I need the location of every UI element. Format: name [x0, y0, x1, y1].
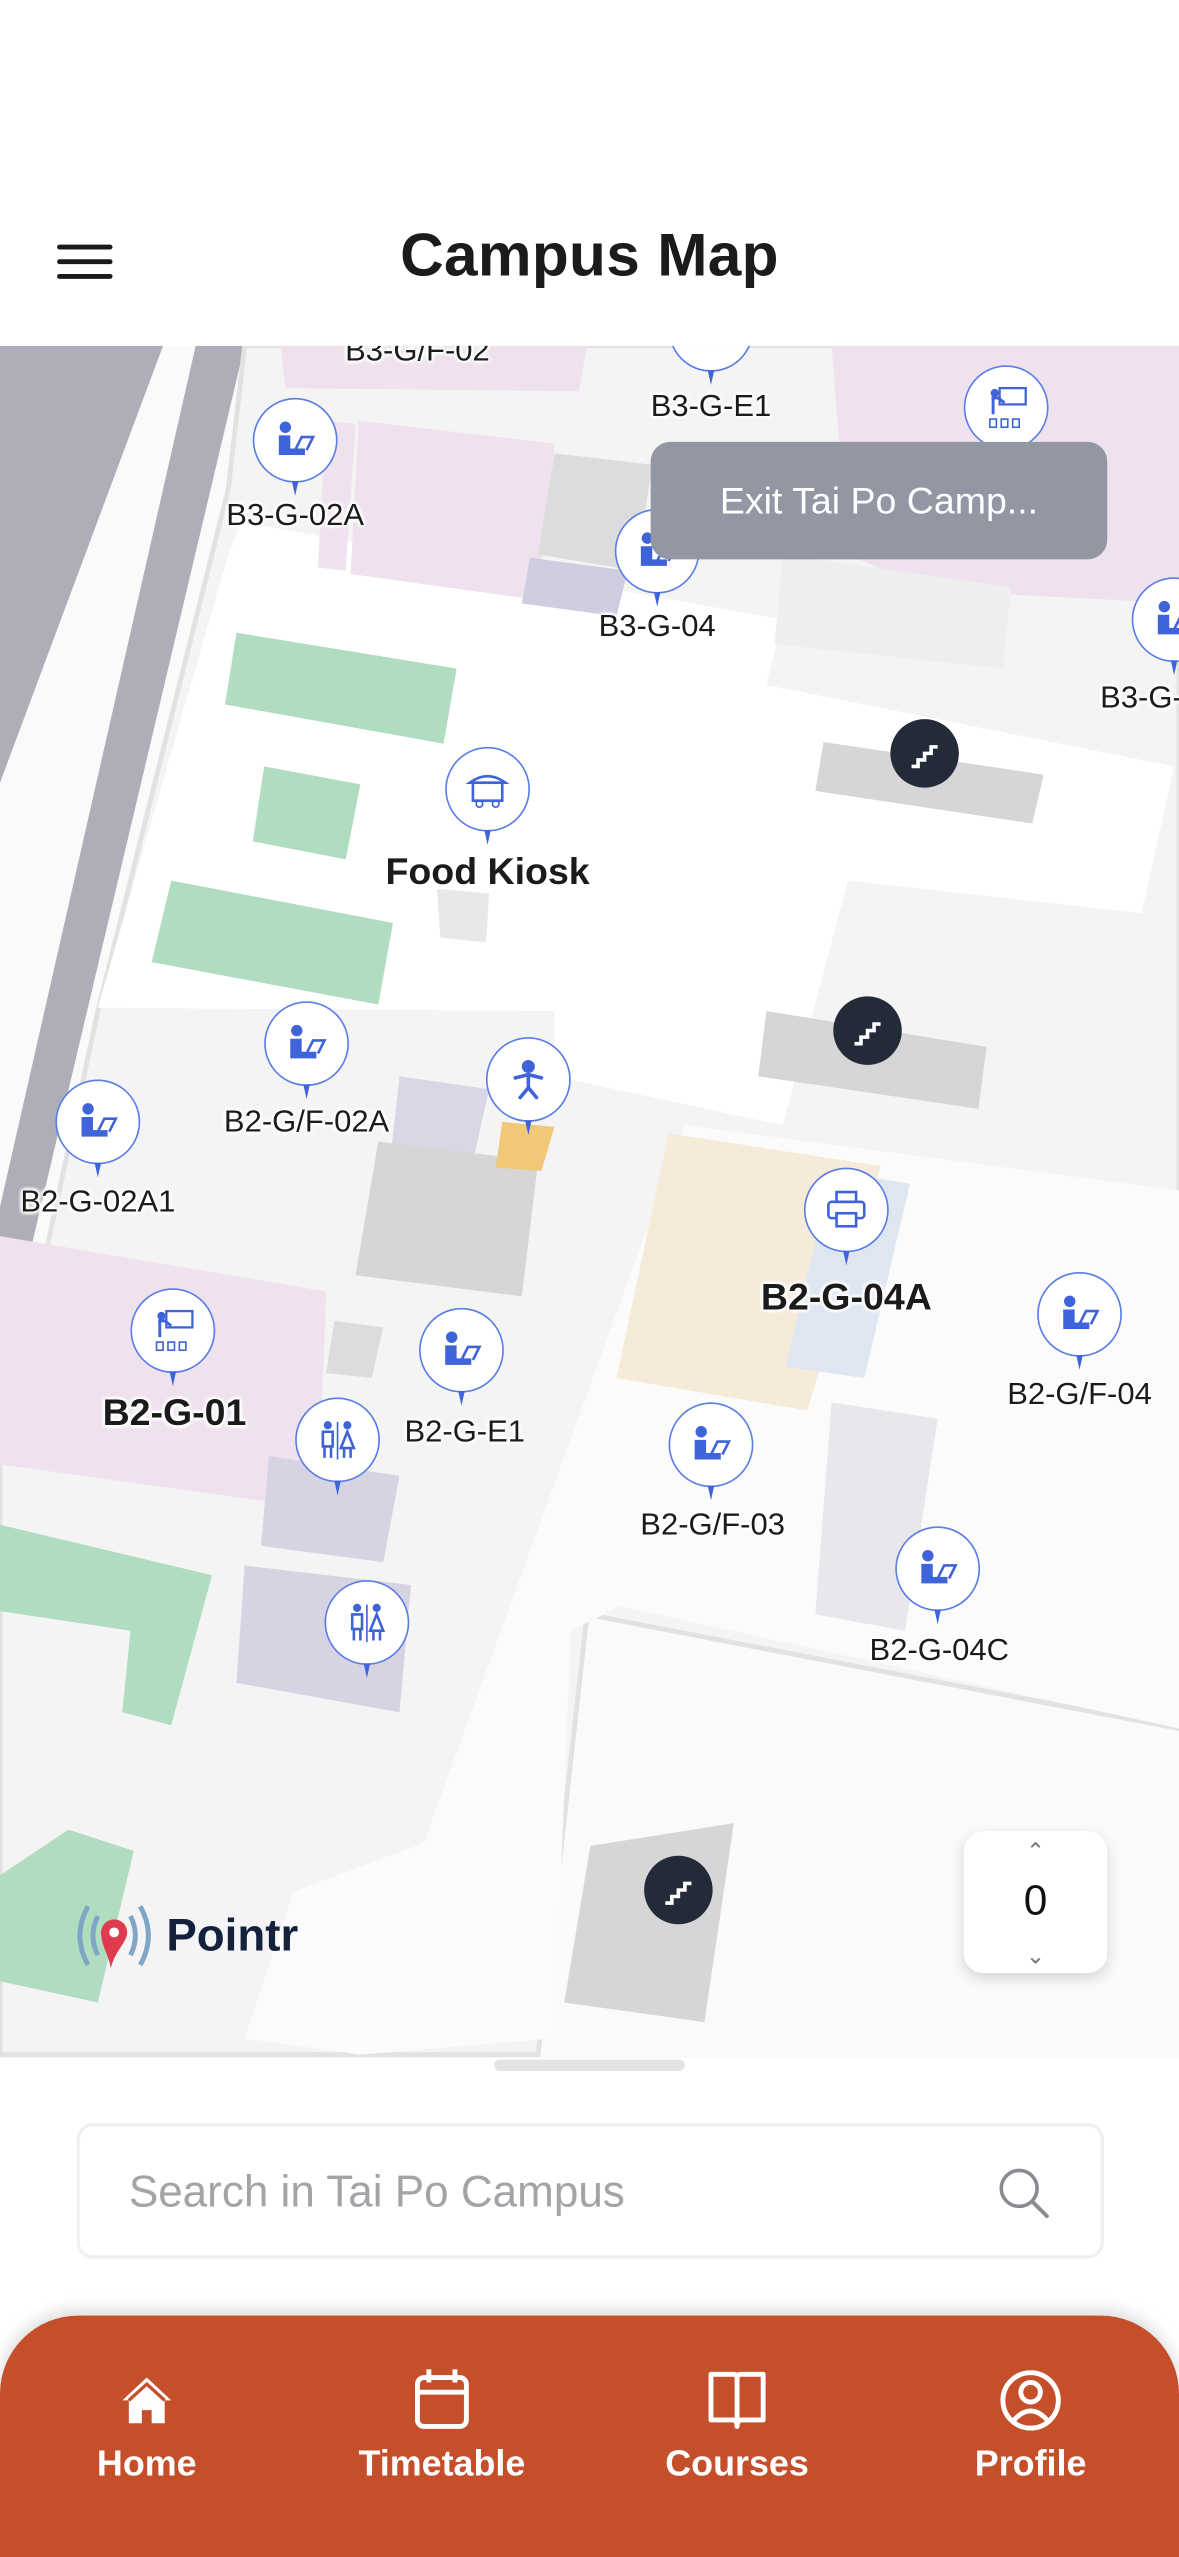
workstation-icon[interactable] — [264, 1001, 349, 1100]
poi-label[interactable]: B3-G-E1 — [651, 390, 772, 426]
calendar-icon — [415, 2369, 469, 2429]
classroom-icon[interactable] — [130, 1288, 216, 1387]
workstation-icon[interactable] — [668, 1402, 754, 1501]
toilet-icon[interactable] — [324, 1580, 410, 1678]
toilet-icon[interactable] — [295, 1397, 380, 1496]
app-header: Campus Map — [0, 0, 1179, 346]
campus-map[interactable]: B3-G/F-02 B3-G-E1 B3-G-02A B3-G-04 B3-G-… — [0, 345, 1179, 2058]
food-kiosk-icon[interactable] — [445, 746, 530, 845]
nav-label: Home — [96, 2442, 197, 2484]
poi-label[interactable]: B2-G-01 — [103, 1391, 247, 1435]
chevron-up-icon[interactable]: ⌃ — [964, 1838, 1108, 1866]
search-icon[interactable] — [996, 2166, 1051, 2221]
nav-courses[interactable]: Courses — [623, 2365, 851, 2486]
nav-profile[interactable]: Profile — [916, 2365, 1144, 2486]
workstation-icon[interactable] — [252, 397, 338, 496]
poi-label[interactable]: B2-G/F-02A — [224, 1106, 389, 1142]
nav-home[interactable]: Home — [33, 2365, 261, 2486]
workstation-icon[interactable] — [1037, 1271, 1122, 1370]
floor-selector[interactable]: ⌃ 0 ⌄ — [963, 1831, 1108, 1974]
search-placeholder: Search in Tai Po Campus — [128, 2167, 625, 2217]
chevron-down-icon[interactable]: ⌄ — [964, 1942, 1108, 1970]
stairs-icon[interactable] — [890, 719, 959, 788]
poi-label[interactable]: B3-G-02A — [226, 499, 364, 535]
stairs-icon[interactable] — [644, 1855, 713, 1925]
poi-label[interactable]: B2-G-02A1 — [20, 1186, 175, 1222]
poi-label[interactable]: B2-G-04C — [870, 1634, 1009, 1670]
poi-label[interactable]: B2-G-E1 — [404, 1415, 525, 1451]
user-circle-icon — [1000, 2370, 1061, 2431]
floor-plan — [0, 345, 1179, 2058]
floor-level-value: 0 — [1023, 1875, 1048, 1925]
workstation-icon[interactable] — [895, 1526, 981, 1625]
drag-handle[interactable] — [494, 2059, 685, 2071]
search-input[interactable]: Search in Tai Po Campus — [76, 2123, 1104, 2259]
poi-label[interactable]: B2-G-04A — [761, 1275, 932, 1319]
book-icon — [708, 2371, 766, 2429]
poi-label[interactable]: B3-G-04 — [599, 610, 716, 646]
page-title: Campus Map — [400, 221, 779, 289]
home-icon — [122, 2377, 172, 2424]
poi-label[interactable]: B3-G- — [1100, 682, 1179, 718]
workstation-icon[interactable] — [55, 1079, 141, 1178]
poi-label[interactable]: B2-G/F-04 — [1007, 1378, 1152, 1414]
poi-label[interactable]: Food Kiosk — [385, 850, 589, 894]
stairs-icon[interactable] — [833, 996, 902, 1065]
exit-campus-button[interactable]: Exit Tai Po Camp... — [650, 441, 1108, 560]
nav-label: Timetable — [358, 2442, 526, 2484]
baby-change-icon[interactable] — [485, 1037, 571, 1135]
pointr-logo-text: Pointr — [166, 1909, 299, 1961]
printer-icon[interactable] — [803, 1167, 889, 1266]
nav-timetable[interactable]: Timetable — [328, 2365, 556, 2486]
pointr-logo-icon — [77, 1905, 151, 1969]
nav-label: Courses — [665, 2442, 809, 2484]
poi-label[interactable]: B2-G/F-03 — [640, 1508, 785, 1544]
bottom-nav: Home Timetable Courses Profile — [0, 2315, 1179, 2557]
nav-label: Profile — [974, 2442, 1087, 2484]
classroom-icon[interactable] — [963, 365, 1049, 464]
poi-label[interactable]: B3-G/F-02 — [345, 346, 490, 370]
workstation-icon[interactable] — [419, 1307, 504, 1406]
pointr-logo: Pointr — [68, 1897, 298, 1975]
